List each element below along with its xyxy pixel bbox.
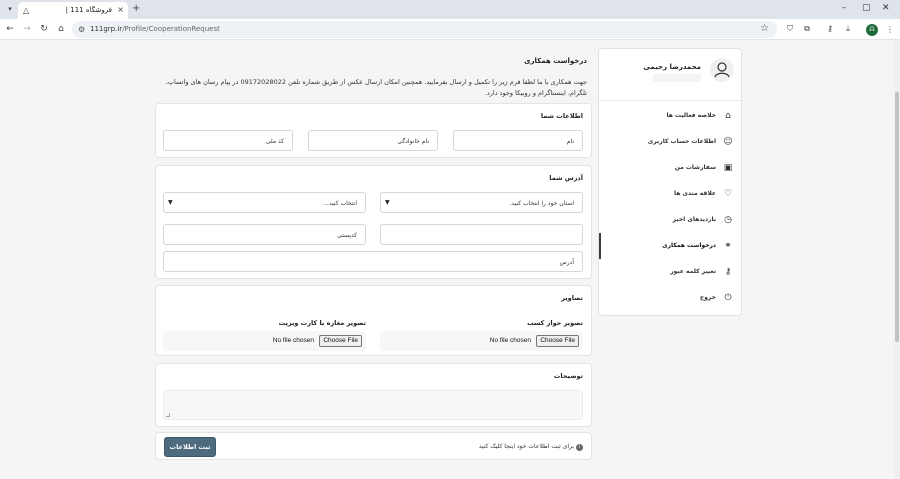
resize-grip-icon[interactable]: [166, 413, 170, 417]
license-file-input[interactable]: Choose File No file chosen: [380, 331, 583, 351]
reload-icon[interactable]: ↻: [38, 23, 50, 35]
sidebar-item-recent[interactable]: ◷ بازدیدهای اخیر: [599, 207, 743, 233]
menu-dots-icon[interactable]: ⋮: [884, 24, 896, 36]
profile-avatar[interactable]: ᗣ: [866, 24, 878, 36]
description-title: توضیحات: [553, 372, 583, 380]
address-title: آدرس شما: [549, 174, 583, 182]
user-avatar: [710, 58, 734, 82]
postal-code-input[interactable]: کدپستی: [163, 224, 366, 245]
submit-card: ثبت اطلاعات iبرای ثبت اطلاعات خود اینجا …: [155, 432, 592, 460]
user-icon: [714, 62, 730, 78]
city-select[interactable]: انتخاب کنید... ▼: [163, 192, 366, 213]
submit-hint: iبرای ثبت اطلاعات خود اینجا کلیک کنید: [479, 443, 583, 451]
sidebar-item-label: خلاصه فعالیت ها: [666, 112, 716, 119]
license-file-status: No file chosen: [489, 337, 531, 344]
license-choose-file-button[interactable]: Choose File: [536, 335, 579, 347]
account-sidebar: محمدرضا رحیمی ⌂ خلاصه فعالیت ها ☺ اطلاعا…: [598, 48, 743, 316]
address-input[interactable]: آدرس: [163, 251, 583, 272]
last-name-input[interactable]: نام خانوادگی: [308, 130, 438, 151]
power-icon: ⏻: [724, 293, 732, 303]
home-icon[interactable]: ⌂: [55, 23, 67, 35]
sidebar-item-password[interactable]: ⚷ تغییر کلمه عبور: [599, 259, 743, 285]
description-textarea[interactable]: [163, 390, 583, 420]
browser-tab[interactable]: △ فروشگاه 111 | ×: [18, 2, 128, 19]
scroll-thumb[interactable]: [895, 92, 899, 342]
submit-button[interactable]: ثبت اطلاعات: [164, 437, 216, 457]
images-title: تصاویر: [561, 294, 583, 302]
scrollbar[interactable]: [894, 40, 900, 479]
user-block: محمدرضا رحیمی: [599, 49, 743, 101]
clock-icon: ◷: [724, 215, 732, 225]
extensions-icon[interactable]: ⧉: [801, 23, 813, 35]
sidebar-item-label: علاقه مندی ها: [674, 190, 716, 197]
close-window-icon[interactable]: ✕: [882, 2, 890, 14]
star-icon[interactable]: ☆: [760, 23, 769, 35]
browser-tab-bar: ▾ △ فروشگاه 111 | × + – ▢ ✕: [0, 0, 900, 19]
sidebar-item-favorites[interactable]: ♡ علاقه مندی ها: [599, 181, 743, 207]
shop-file-status: No file chosen: [272, 337, 314, 344]
home-icon: ⌂: [725, 111, 731, 121]
extra-input[interactable]: [380, 224, 583, 245]
key-icon: ⚷: [724, 267, 732, 277]
sidebar-item-label: اطلاعات حساب کاربری: [647, 138, 716, 145]
sidebar-item-label: بازدیدهای اخیر: [672, 216, 716, 223]
tab-search-icon[interactable]: ▾: [5, 4, 15, 14]
images-card: تصاویر تصویر جواز کسب تصویر مغازه یا کار…: [155, 285, 592, 356]
triangle-logo-icon: △: [23, 6, 30, 15]
address-bar[interactable]: ⚙ 111grp.ir/Profile/CooperationRequest ☆: [72, 21, 777, 38]
sidebar-item-orders[interactable]: ▣ سفارشات من: [599, 155, 743, 181]
intro-text: جهت همکاری با ما لطفا فرم زیر را تکمیل و…: [165, 78, 587, 97]
shop-choose-file-button[interactable]: Choose File: [319, 335, 362, 347]
first-name-input[interactable]: نام: [453, 130, 583, 151]
handshake-icon: ⚭: [724, 241, 732, 251]
license-image-label: تصویر جواز کسب: [527, 319, 583, 327]
chevron-down-icon: ▼: [168, 199, 173, 206]
plus-icon[interactable]: +: [132, 3, 140, 15]
description-card: توضیحات: [155, 363, 592, 427]
user-name: محمدرضا رحیمی: [643, 63, 701, 71]
back-arrow-icon[interactable]: ←: [4, 23, 16, 35]
url-text[interactable]: 111grp.ir/Profile/CooperationRequest: [90, 25, 220, 34]
info-icon: i: [576, 444, 583, 451]
close-tab-icon[interactable]: ×: [117, 5, 124, 15]
sidebar-item-cooperation[interactable]: ⚭ درخواست همکاری: [599, 233, 743, 259]
forward-arrow-icon[interactable]: →: [21, 23, 33, 35]
sidebar-item-label: درخواست همکاری: [662, 242, 716, 249]
sidebar-item-label: تغییر کلمه عبور: [670, 268, 716, 275]
province-select[interactable]: استان خود را انتخاب کنید. ▼: [380, 192, 583, 213]
sidebar-item-logout[interactable]: ⏻ خروج: [599, 285, 743, 311]
site-info-icon[interactable]: ⚙: [78, 24, 85, 35]
orders-icon: ▣: [723, 163, 733, 173]
maximize-icon[interactable]: ▢: [862, 2, 871, 14]
browser-toolbar: ← → ↻ ⌂ ⚙ 111grp.ir/Profile/CooperationR…: [0, 19, 900, 40]
heart-icon: ♡: [723, 189, 733, 199]
minimize-icon[interactable]: –: [842, 2, 847, 14]
sidebar-menu: ⌂ خلاصه فعالیت ها ☺ اطلاعات حساب کاربری …: [599, 103, 743, 311]
shop-file-input[interactable]: Choose File No file chosen: [163, 331, 366, 351]
page-title: درخواست همکاری: [524, 57, 587, 65]
tab-title: فروشگاه 111 |: [65, 6, 112, 14]
personal-info-title: اطلاعات شما: [540, 112, 583, 120]
sidebar-item-label: سفارشات من: [674, 164, 716, 171]
user-phone: [653, 74, 701, 82]
shield-icon[interactable]: ⛉: [784, 23, 796, 35]
sidebar-item-activity[interactable]: ⌂ خلاصه فعالیت ها: [599, 103, 743, 129]
shop-image-label: تصویر مغازه یا کارت ویزیت: [278, 319, 366, 327]
chevron-down-icon: ▼: [385, 199, 390, 206]
password-key-icon[interactable]: ⚷: [824, 23, 836, 35]
address-card: آدرس شما استان خود را انتخاب کنید. ▼ انت…: [155, 165, 592, 279]
download-icon[interactable]: ⤓: [842, 23, 854, 35]
personal-info-card: اطلاعات شما نام نام خانوادگی کد ملی: [155, 103, 592, 158]
national-code-input[interactable]: کد ملی: [163, 130, 293, 151]
sidebar-item-label: خروج: [699, 294, 716, 301]
sidebar-item-account[interactable]: ☺ اطلاعات حساب کاربری: [599, 129, 743, 155]
user-icon: ☺: [723, 137, 733, 147]
